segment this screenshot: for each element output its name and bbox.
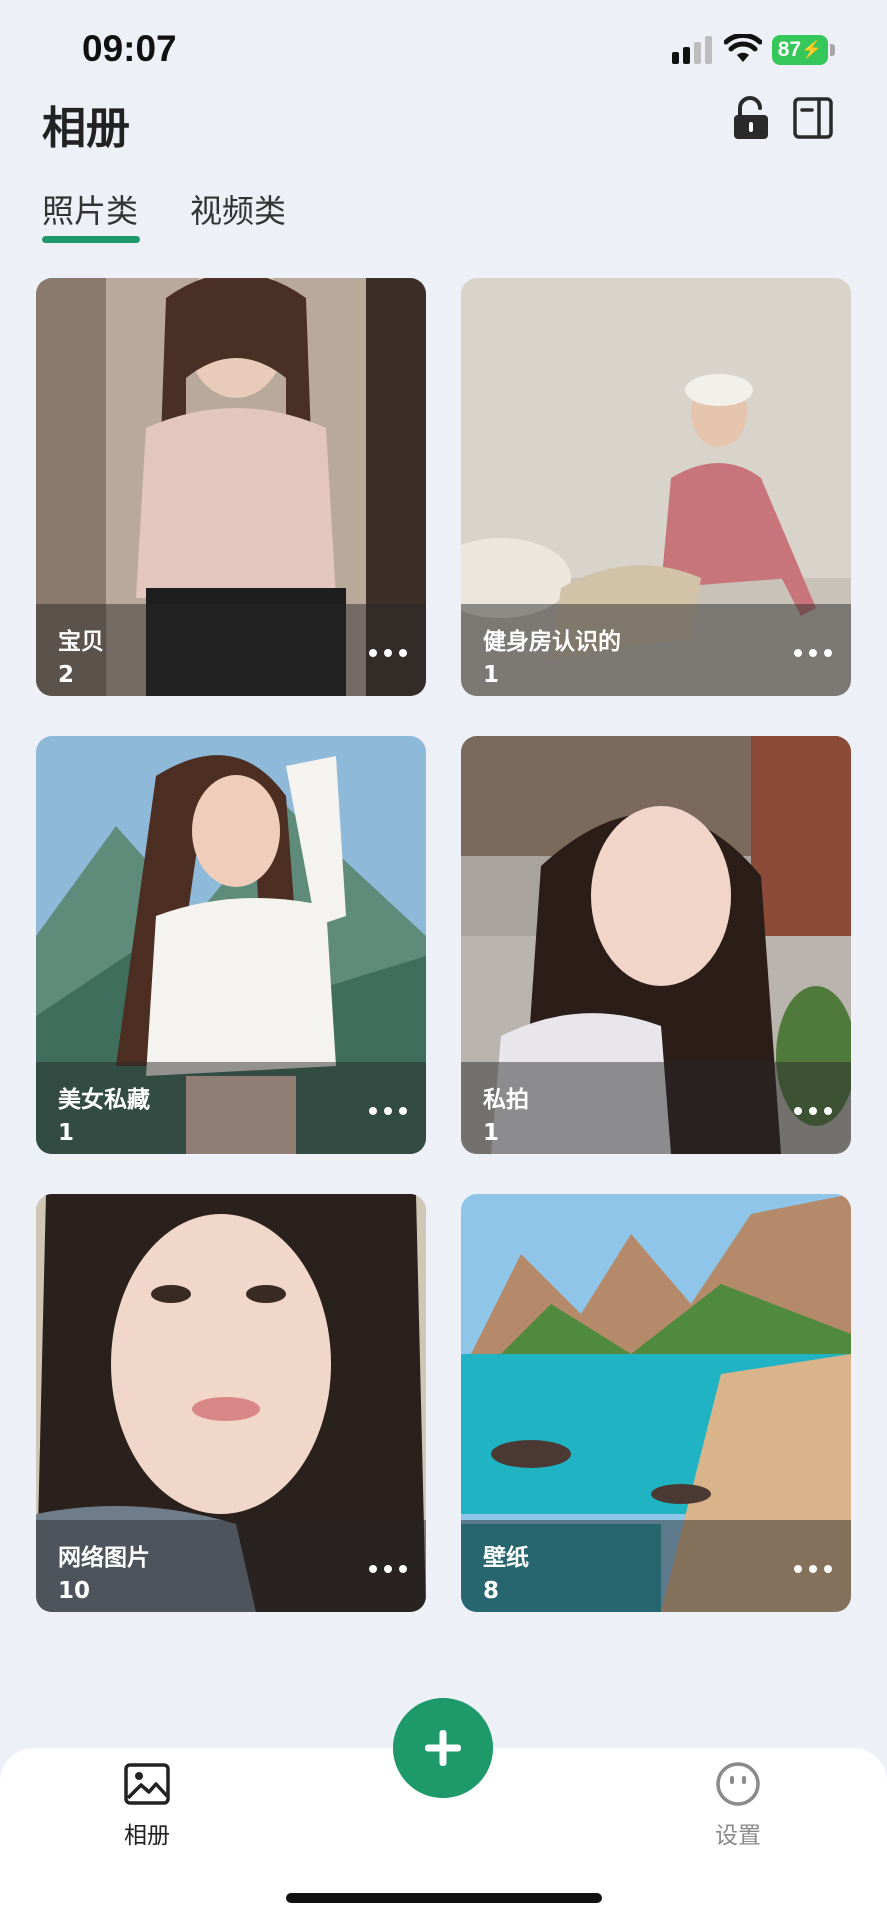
book-icon[interactable] [792,96,836,140]
battery-level: 87 [777,38,802,61]
more-options-icon[interactable] [793,1106,833,1116]
album-name: 宝贝 [58,629,104,655]
status-time: 09:07 [82,28,177,69]
album-name: 壁纸 [483,1545,529,1571]
page-title: 相册 [42,103,130,154]
album-count: 1 [58,1120,75,1146]
add-album-button[interactable] [393,1698,493,1798]
album-card[interactable]: 健身房认识的 1 [461,278,851,696]
status-bar: 09:07 87 ⚡ [0,0,887,100]
album-count: 1 [483,1120,500,1146]
more-options-icon[interactable] [368,1106,408,1116]
nav-item-album[interactable]: 相册 [87,1748,207,1858]
album-name: 网络图片 [58,1545,150,1571]
album-name: 健身房认识的 [483,629,621,655]
battery-cap [830,44,835,56]
more-options-icon[interactable] [368,648,408,658]
tab-photos[interactable]: 照片类 [42,186,138,232]
more-options-icon[interactable] [368,1564,408,1574]
nav-label: 相册 [124,1823,170,1849]
face-icon [716,1762,760,1806]
album-count: 2 [58,662,75,688]
home-indicator [286,1893,602,1903]
album-card[interactable]: 壁纸 8 [461,1194,851,1612]
album-card[interactable]: 私拍 1 [461,736,851,1154]
album-count: 10 [58,1578,91,1604]
album-name: 私拍 [483,1087,529,1113]
battery-icon: 87 ⚡ [772,35,828,65]
nav-label: 设置 [715,1823,761,1849]
charging-bolt-icon: ⚡ [801,40,823,59]
tab-indicator [42,236,140,243]
nav-item-settings[interactable]: 设置 [678,1748,798,1858]
image-icon [124,1763,170,1805]
lock-open-icon[interactable] [730,96,774,140]
album-card[interactable]: 宝贝 2 [36,278,426,696]
more-options-icon[interactable] [793,1564,833,1574]
album-card[interactable]: 网络图片 10 [36,1194,426,1612]
wifi-icon [724,34,762,62]
signal-icon [672,36,712,64]
album-count: 1 [483,662,500,688]
tab-videos[interactable]: 视频类 [190,186,286,232]
more-options-icon[interactable] [793,648,833,658]
album-count: 8 [483,1578,500,1604]
album-name: 美女私藏 [58,1087,150,1113]
album-card[interactable]: 美女私藏 1 [36,736,426,1154]
